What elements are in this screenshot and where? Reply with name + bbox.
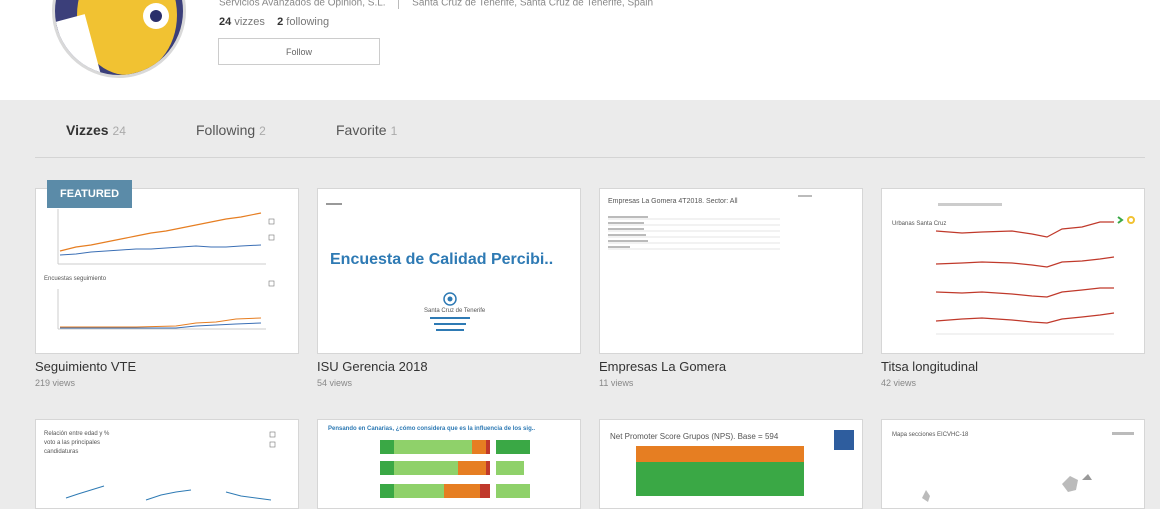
- viz-views: 11 views: [599, 378, 634, 388]
- viz-thumbnail[interactable]: Relación entre edad y % voto a las princ…: [35, 419, 299, 509]
- viz-title[interactable]: Seguimiento VTE: [35, 359, 136, 374]
- viz-thumbnail[interactable]: Mapa secciones EICVHC-18: [881, 419, 1145, 509]
- avatar[interactable]: [52, 0, 186, 78]
- stacked-bar-thumbnail: [380, 440, 530, 498]
- tab-label: Vizzes: [66, 122, 109, 138]
- location: Santa Cruz de Tenerife, Santa Cruz de Te…: [412, 0, 654, 9]
- profile-tabs: Vizzes 24 Following 2 Favorite 1: [35, 118, 1145, 158]
- table-thumbnail: [608, 195, 812, 250]
- map-thumbnail: [922, 432, 1134, 502]
- line-chart-thumbnail: [935, 203, 1135, 335]
- viz-views: 42 views: [881, 378, 917, 388]
- tab-count: 1: [390, 124, 398, 138]
- thumb-text: Encuestas seguimiento: [44, 276, 107, 282]
- viz-thumbnail[interactable]: Empresas La Gomera 4T2018. Sector: All: [599, 188, 863, 354]
- viz-thumbnail[interactable]: Urbanas Santa Cruz: [881, 188, 1145, 354]
- following-count: 2: [277, 16, 284, 28]
- viz-views: 219 views: [35, 378, 76, 388]
- viz-thumbnail[interactable]: Net Promoter Score Grupos (NPS). Base = …: [599, 419, 863, 509]
- tab-count: 2: [259, 124, 266, 138]
- tab-following[interactable]: Following 2: [196, 122, 266, 138]
- viz-thumbnail[interactable]: Encuestas seguimiento: [35, 188, 299, 354]
- thumb-logo-icon: [430, 292, 470, 331]
- tab-label: Favorite: [336, 122, 387, 138]
- thumb-text: Santa Cruz de Tenerife: [424, 308, 486, 314]
- company-name: Servicios Avanzados de Opinión, S.L.: [219, 0, 386, 9]
- vizzes-count: 24: [219, 16, 232, 28]
- vizzes-label: vizzes: [234, 16, 265, 28]
- tab-count: 24: [112, 124, 126, 138]
- profile-header: Servicios Avanzados de Opinión, S.L. San…: [0, 0, 1160, 100]
- line-chart-thumbnail: [57, 209, 275, 330]
- viz-title[interactable]: Titsa longitudinal: [881, 359, 978, 374]
- viz-views: 54 views: [317, 378, 353, 388]
- avatar-logo-shape: [150, 10, 162, 22]
- follow-button[interactable]: Follow: [218, 38, 380, 65]
- tab-label: Following: [196, 122, 256, 138]
- viz-thumbnail[interactable]: Encuesta de Calidad Percibi.. Santa Cruz…: [317, 188, 581, 354]
- profile-counts: 24 vizzes 2 following: [219, 16, 329, 28]
- profile-meta: Servicios Avanzados de Opinión, S.L. San…: [219, 0, 653, 9]
- viz-title[interactable]: ISU Gerencia 2018: [317, 359, 428, 374]
- featured-badge: FEATURED: [47, 180, 133, 208]
- viz-title[interactable]: Empresas La Gomera: [599, 359, 726, 374]
- viz-thumbnail[interactable]: Pensando en Canarias, ¿cómo considera qu…: [317, 419, 581, 509]
- following-label: following: [286, 16, 330, 28]
- tab-vizzes[interactable]: Vizzes 24: [66, 122, 126, 138]
- scatter-thumbnail: [65, 431, 276, 501]
- bar-chart-thumbnail: [636, 430, 854, 496]
- divider: [398, 0, 400, 9]
- tab-favorite[interactable]: Favorite 1: [336, 122, 397, 138]
